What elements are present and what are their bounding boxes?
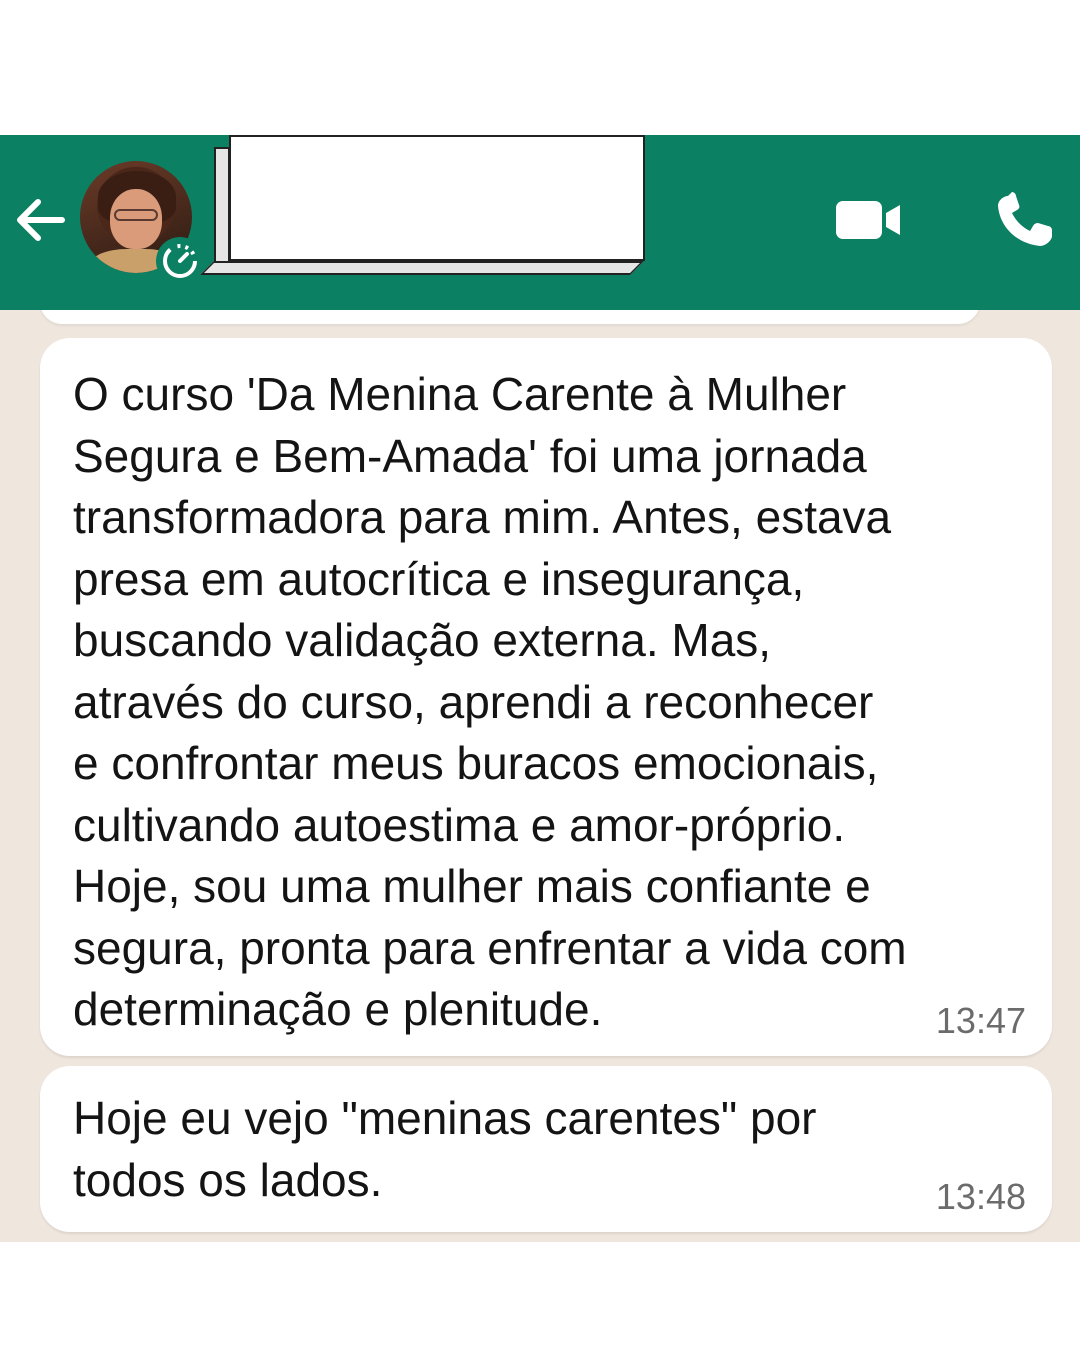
- message-text: Hoje eu vejo "meninas carentes" por todo…: [73, 1092, 817, 1206]
- voice-call-button[interactable]: [992, 191, 1058, 251]
- message-text: O curso 'Da Menina Carente à Mulher Segu…: [73, 368, 907, 1035]
- message-time: 13:48: [935, 1176, 1026, 1217]
- arrow-left-icon: [17, 199, 65, 241]
- name-redaction-side: [214, 147, 230, 275]
- chat-header: [0, 135, 1080, 310]
- message-list[interactable]: O curso 'Da Menina Carente à Mulher Segu…: [0, 280, 1080, 1242]
- status-timer-icon: [156, 237, 204, 285]
- message-bubble[interactable]: O curso 'Da Menina Carente à Mulher Segu…: [40, 338, 1052, 1056]
- phone-icon: [998, 192, 1052, 246]
- video-call-button[interactable]: [832, 195, 906, 245]
- name-redaction-shadow: [200, 261, 644, 275]
- video-camera-icon: [836, 201, 900, 239]
- chat-screen: O curso 'Da Menina Carente à Mulher Segu…: [0, 135, 1080, 1242]
- contact-name-redacted[interactable]: [229, 135, 645, 261]
- message-time: 13:47: [935, 1000, 1026, 1041]
- back-button[interactable]: [10, 190, 70, 250]
- message-bubble[interactable]: Hoje eu vejo "meninas carentes" por todo…: [40, 1066, 1052, 1232]
